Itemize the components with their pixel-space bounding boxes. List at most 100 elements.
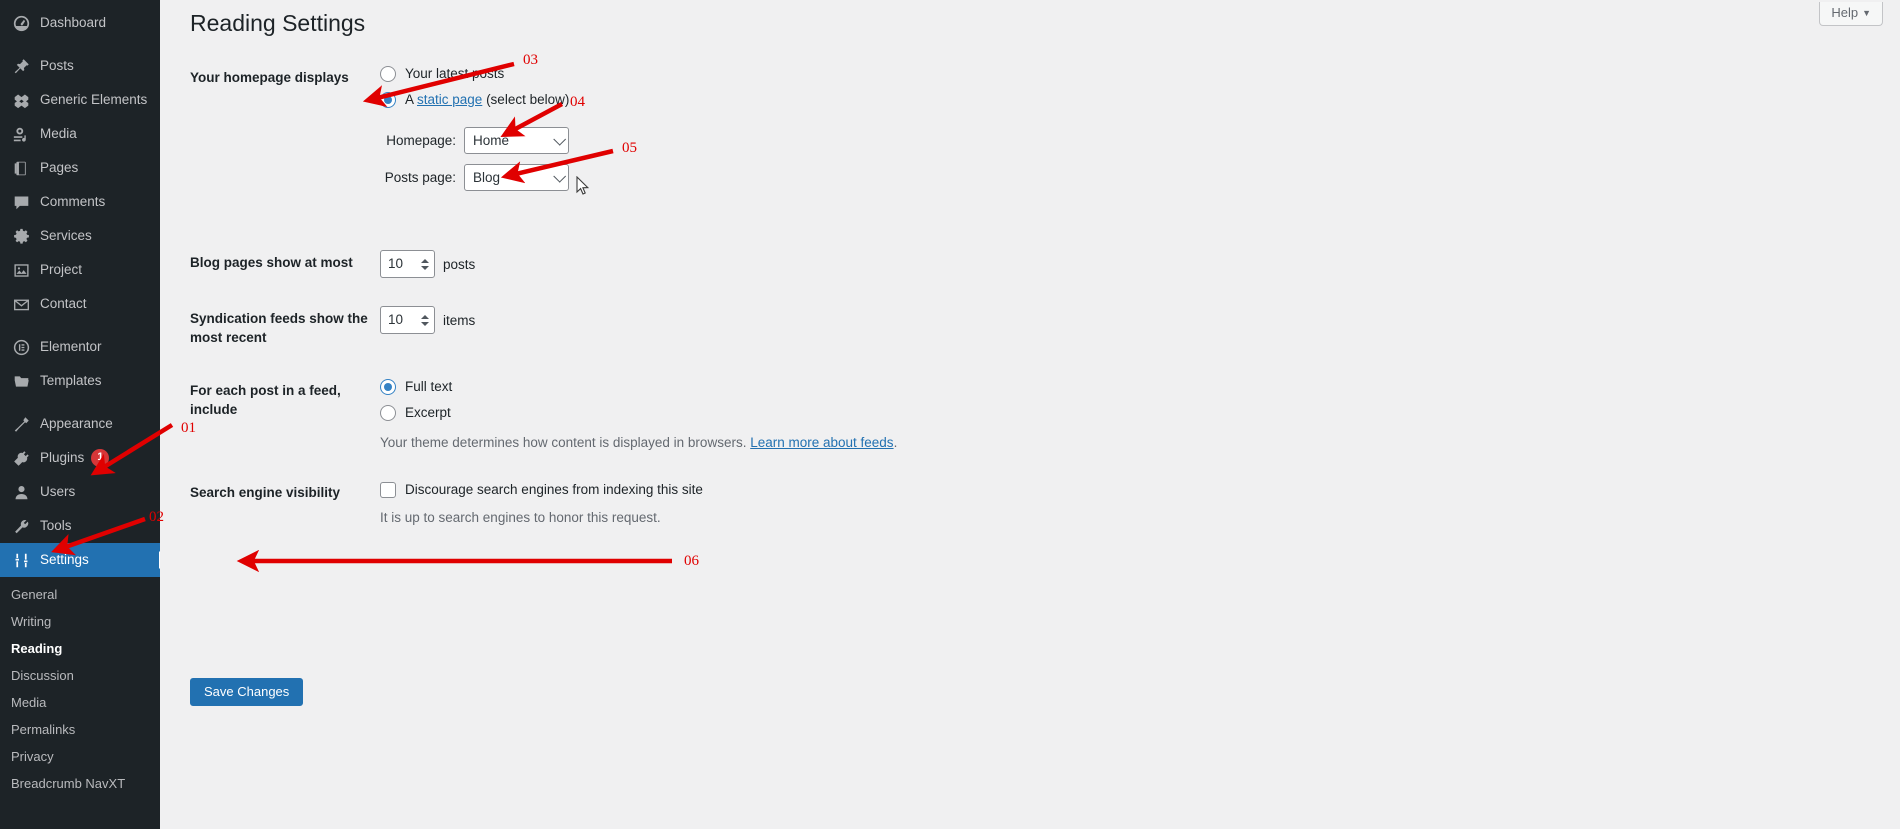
radio-full-text-input[interactable]: [380, 379, 396, 395]
label-homepage-displays: Your homepage displays: [190, 70, 349, 85]
sidebar-item-label: Users: [40, 484, 76, 500]
homepage-select-value: Home: [473, 133, 510, 148]
sidebar-subitem-reading[interactable]: Reading: [0, 635, 160, 662]
sidebar-item-label: Templates: [40, 373, 102, 389]
help-label: Help: [1831, 5, 1859, 20]
row-feed-include: For each post in a feed, include Full te…: [190, 370, 1590, 472]
blog-pages-input[interactable]: 10: [380, 250, 435, 278]
syndication-input[interactable]: 10: [380, 306, 435, 334]
field-blog-pages: 10 posts: [380, 240, 1590, 278]
sidebar-item-label: Settings: [40, 552, 89, 568]
annotation-marker-03: 03: [523, 52, 538, 68]
sidebar-subitem-general[interactable]: General: [0, 581, 160, 608]
posts-page-select-value: Blog: [473, 170, 501, 185]
chevron-down-icon: [553, 132, 567, 146]
sidebar-item-label: Elementor: [40, 339, 102, 355]
radio-static-page[interactable]: A static page (select below): [380, 91, 1590, 109]
blog-pages-suffix: posts: [443, 256, 476, 272]
feed-help-suffix: .: [893, 435, 898, 450]
save-changes-button[interactable]: Save Changes: [190, 678, 304, 706]
sidebar-item-media[interactable]: Media: [0, 117, 160, 151]
sidebar-item-templates[interactable]: Templates: [0, 364, 160, 398]
feed-help-prefix: Your theme determines how content is dis…: [380, 435, 751, 450]
mail-icon: [11, 294, 31, 314]
sidebar-subitem-media[interactable]: Media: [0, 689, 160, 716]
chevron-down-icon: [553, 169, 567, 183]
radio-excerpt-input[interactable]: [380, 405, 396, 421]
pages-icon: [11, 158, 31, 178]
pin-icon: [11, 56, 31, 76]
annotation-marker-05: 05: [622, 140, 637, 156]
annotation-marker-02: 02: [149, 509, 164, 525]
sidebar-item-settings[interactable]: Settings: [0, 543, 168, 577]
sidebar-item-pages[interactable]: Pages: [0, 151, 160, 185]
sidebar-subitem-permalinks[interactable]: Permalinks: [0, 716, 160, 743]
sidebar-item-tools[interactable]: Tools: [0, 509, 160, 543]
settings-submenu: General Writing Reading Discussion Media…: [0, 577, 160, 805]
sidebar-item-project[interactable]: Project: [0, 253, 160, 287]
sidebar-item-posts[interactable]: Posts: [0, 49, 160, 83]
page-title: Reading Settings: [190, 10, 366, 36]
folder-icon: [11, 371, 31, 391]
homepage-select[interactable]: Home: [464, 127, 569, 154]
sidebar-subitem-writing[interactable]: Writing: [0, 608, 160, 635]
field-homepage-displays: Your latest posts A static page (select …: [380, 55, 1590, 201]
syndication-stepper[interactable]: [419, 312, 430, 328]
sidebar-item-generic-elements[interactable]: Generic Elements: [0, 83, 160, 117]
field-search-visibility: Discourage search engines from indexing …: [380, 472, 1590, 527]
help-button[interactable]: Help ▼: [1819, 2, 1883, 26]
sidebar-item-comments[interactable]: Comments: [0, 185, 160, 219]
learn-more-feeds-link[interactable]: Learn more about feeds: [750, 435, 893, 450]
wp-admin-screen: Dashboard Posts Generic Elements Media P…: [0, 0, 1900, 829]
sidebar-item-elementor[interactable]: Elementor: [0, 330, 160, 364]
radio-static-page-label: A static page (select below): [405, 91, 569, 109]
checkbox-discourage-search-label: Discourage search engines from indexing …: [405, 482, 703, 497]
brush-icon: [11, 414, 31, 434]
checkbox-discourage-search-input[interactable]: [380, 482, 396, 498]
annotation-marker-06: 06: [684, 553, 699, 569]
sidebar-subitem-discussion[interactable]: Discussion: [0, 662, 160, 689]
row-blog-pages: Blog pages show at most 10 posts: [190, 240, 1590, 298]
posts-page-select-line: Posts page: Blog: [380, 164, 1590, 191]
static-page-link[interactable]: static page: [417, 92, 482, 107]
sidebar-item-label: Media: [40, 126, 77, 142]
sidebar-subitem-breadcrumb-navxt[interactable]: Breadcrumb NavXT: [0, 770, 160, 797]
radio-excerpt[interactable]: Excerpt: [380, 404, 1590, 422]
blog-pages-stepper[interactable]: [419, 256, 430, 272]
checkbox-discourage-search[interactable]: Discourage search engines from indexing …: [380, 481, 1590, 499]
user-icon: [11, 482, 31, 502]
sidebar-item-dashboard[interactable]: Dashboard: [0, 6, 160, 40]
sidebar-item-contact[interactable]: Contact: [0, 287, 160, 321]
radio-static-page-input[interactable]: [380, 92, 396, 108]
field-feed-include: Full text Excerpt Your theme determines …: [380, 370, 1590, 452]
sidebar-item-appearance[interactable]: Appearance: [0, 407, 160, 441]
radio-full-text-label: Full text: [405, 379, 453, 394]
settings-icon: [11, 550, 31, 570]
generic-elements-icon: [11, 90, 31, 110]
search-visibility-help-text: It is up to search engines to honor this…: [380, 510, 661, 525]
sidebar-item-label: Appearance: [40, 416, 113, 432]
radio-full-text[interactable]: Full text: [380, 378, 1590, 396]
radio-latest-posts[interactable]: Your latest posts: [380, 65, 1590, 83]
radio-latest-posts-input[interactable]: [380, 66, 396, 82]
sidebar-divider: [0, 398, 160, 407]
sidebar-item-plugins[interactable]: Plugins 1: [0, 441, 160, 475]
radio-latest-posts-label: Your latest posts: [405, 66, 505, 81]
sidebar-item-services[interactable]: Services: [0, 219, 160, 253]
plug-icon: [11, 448, 31, 468]
posts-page-select[interactable]: Blog: [464, 164, 569, 191]
label-feed-include: For each post in a feed, include: [190, 383, 341, 417]
sidebar-item-label: Services: [40, 228, 92, 244]
sidebar-item-label: Comments: [40, 194, 106, 210]
main-content: Help ▼ Reading Settings Your homepage dis…: [160, 0, 1900, 829]
sidebar-item-users[interactable]: Users: [0, 475, 160, 509]
static-suffix: (select below): [482, 92, 570, 107]
sidebar-item-label: Tools: [40, 518, 72, 534]
row-search-visibility: Search engine visibility Discourage sear…: [190, 472, 1590, 542]
dashboard-icon: [11, 13, 31, 33]
sidebar-subitem-privacy[interactable]: Privacy: [0, 743, 160, 770]
sidebar-item-label: Pages: [40, 160, 79, 176]
sidebar-item-label: Generic Elements: [40, 92, 148, 108]
wrench-icon: [11, 516, 31, 536]
row-syndication-feeds: Syndication feeds show the most recent 1…: [190, 298, 1590, 370]
